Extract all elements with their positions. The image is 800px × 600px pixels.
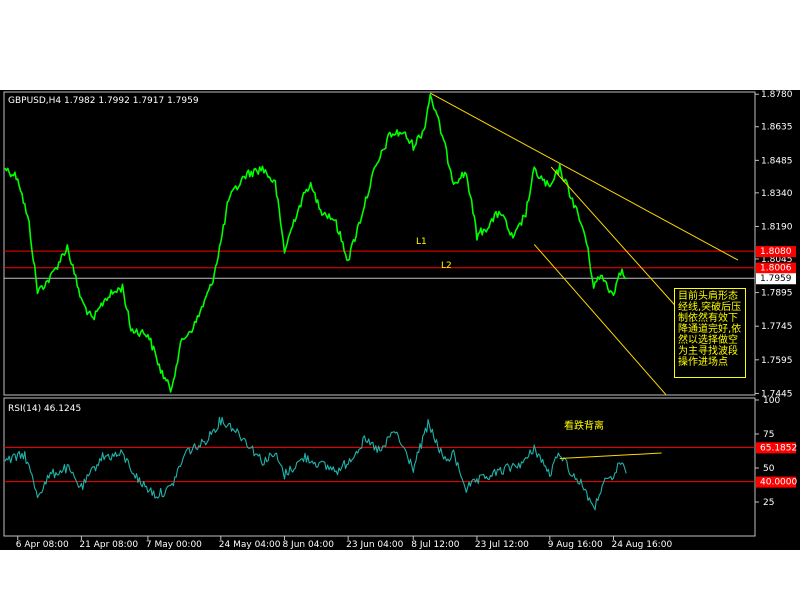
price-tick-label: 1.7595 <box>761 356 793 366</box>
rsi-tick-label: 25 <box>763 498 774 508</box>
line-label-l1: L1 <box>416 237 427 247</box>
price-tick-label: 1.8780 <box>761 90 793 100</box>
time-tick-label: 8 Jul 12:00 <box>411 540 460 550</box>
current-price-label: 1.7959 <box>760 274 792 284</box>
analysis-note: 目前头肩形态经线,突破后压制依然有效下降通道完好,依然以选择做空为主寻找波段操作… <box>674 288 746 378</box>
rsi-tick-label: 50 <box>763 464 775 474</box>
line-label-l2: L2 <box>441 261 452 271</box>
time-tick-label: 23 Jun 04:00 <box>346 540 403 550</box>
rsi-tick-label: 100 <box>763 396 780 406</box>
level-label: 1.8006 <box>760 264 792 274</box>
time-tick-label: 8 Jun 04:00 <box>282 540 334 550</box>
level-label: 1.8080 <box>760 247 792 257</box>
time-tick-label: 24 May 04:00 <box>219 540 281 550</box>
top-margin <box>0 0 800 90</box>
bottom-margin <box>0 550 800 600</box>
chart-stage: 1.8780 1.8635 1.8485 1.8340 1.8190 1.8045 1.78… <box>0 0 800 600</box>
price-tick-label: 1.8635 <box>761 123 793 133</box>
price-tick-label: 1.7745 <box>761 322 793 332</box>
time-tick-label: 7 May 00:00 <box>146 540 202 550</box>
rsi-level-label: 65.1852 <box>760 443 797 453</box>
time-tick-label: 24 Aug 16:00 <box>611 540 672 550</box>
rsi-tick-label: 75 <box>763 430 774 440</box>
time-tick-label: 6 Apr 08:00 <box>16 540 69 550</box>
price-tick-label: 1.8340 <box>761 189 793 199</box>
time-tick-label: 9 Aug 16:00 <box>548 540 603 550</box>
rsi-level-label: 40.0000 <box>760 478 797 488</box>
time-tick-label: 23 Jul 12:00 <box>475 540 529 550</box>
divergence-label: 看跌背离 <box>564 419 604 432</box>
price-header: GBPUSD,H4 1.7982 1.7992 1.7917 1.7959 <box>8 96 199 106</box>
price-tick-label: 1.7895 <box>761 289 793 299</box>
price-tick-label: 1.8190 <box>761 222 793 232</box>
price-tick-label: 1.8485 <box>761 156 793 166</box>
rsi-header: RSI(14) 46.1245 <box>8 404 81 414</box>
time-tick-label: 21 Apr 08:00 <box>79 540 138 550</box>
